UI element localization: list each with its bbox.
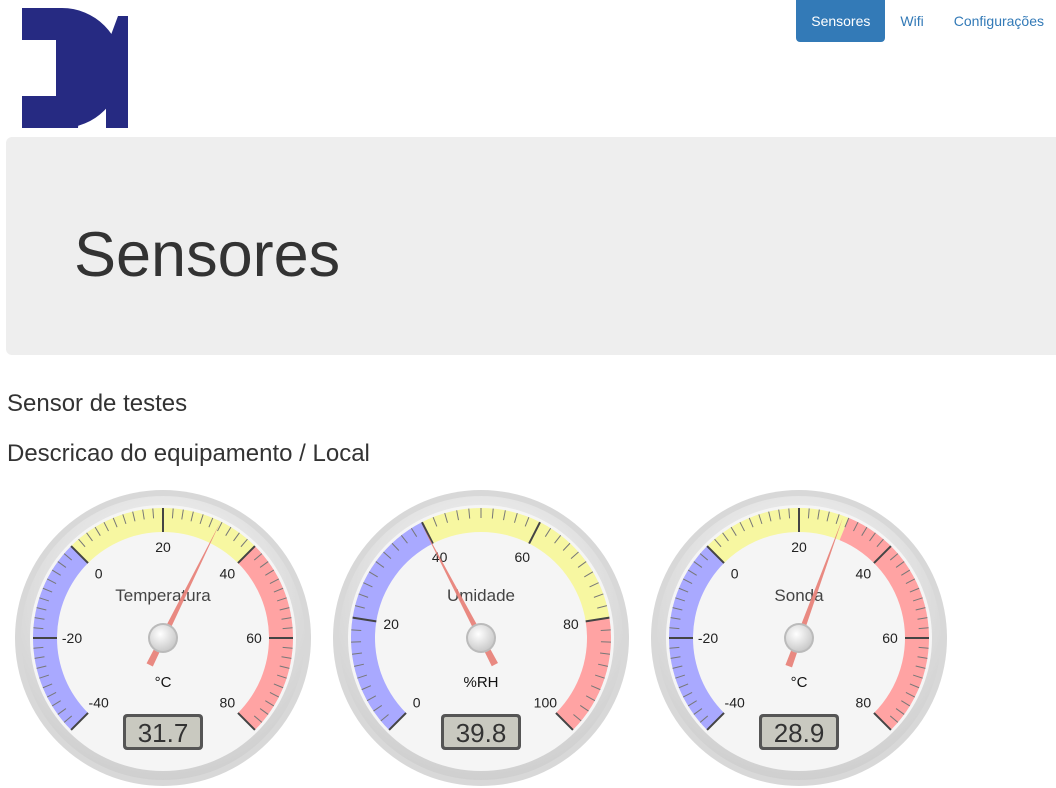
gauge-tick-label: -20 — [698, 630, 718, 646]
gauge-units: %RH — [463, 674, 498, 691]
gauge-tick-label: 80 — [220, 694, 236, 710]
gauge-hub — [468, 625, 494, 651]
gauge-temperature: -40 -20 0 20 40 60 80 Temperatura °C 31.7 — [13, 488, 313, 788]
gauge-tick-label: 0 — [95, 566, 103, 582]
gauge-value-text: 39.8 — [456, 718, 507, 748]
nav-wifi[interactable]: Wifi — [885, 0, 938, 42]
top-nav: Sensores Wifi Configurações — [796, 0, 1056, 42]
jumbotron: Sensores — [6, 137, 1056, 355]
gauge-tick-label: 20 — [791, 539, 807, 555]
page-title: Sensores — [74, 219, 340, 291]
gauge-value-text: 28.9 — [774, 718, 825, 748]
gauge-probe: -40-20020406080Sonda°C28.9 — [649, 488, 949, 788]
gauge-tick-label: 80 — [563, 616, 579, 632]
gauge-value-text: 31.7 — [138, 718, 189, 748]
gauge-title: Temperatura — [115, 586, 211, 605]
dcm-logo — [22, 8, 128, 128]
gauge-minor-tick — [601, 630, 611, 631]
gauge-tick-label: 40 — [856, 566, 872, 582]
gauge-hub — [786, 625, 812, 651]
gauge-tick-label: 60 — [515, 549, 531, 565]
gauge-tick-label: -20 — [62, 630, 82, 646]
gauge-humidity: 020406080100Umidade%RH39.8 — [331, 488, 631, 788]
sensor-name: Sensor de testes — [7, 390, 187, 418]
gauge-tick-label: -40 — [89, 694, 109, 710]
gauge-tick-label: 60 — [882, 630, 898, 646]
gauge-tick-label: 20 — [155, 539, 171, 555]
gauge-tick-label: 20 — [383, 616, 399, 632]
nav-configuracoes[interactable]: Configurações — [939, 0, 1056, 42]
gauge-hub — [150, 625, 176, 651]
gauge-tick-label: 40 — [220, 566, 236, 582]
gauge-tick-label: 100 — [534, 694, 558, 710]
gauge-units: °C — [155, 674, 172, 691]
gauge-minor-tick — [351, 630, 361, 631]
sensor-description: Descricao do equipamento / Local — [7, 440, 370, 468]
gauge-tick-label: 60 — [246, 630, 262, 646]
gauge-tick-label: -40 — [725, 694, 745, 710]
gauge-tick-label: 0 — [731, 566, 739, 582]
gauge-tick-label: 0 — [413, 694, 421, 710]
gauge-tick-label: 80 — [856, 694, 872, 710]
nav-sensores[interactable]: Sensores — [796, 0, 885, 42]
gauge-units: °C — [791, 674, 808, 691]
gauge-tick-label: 40 — [432, 549, 448, 565]
